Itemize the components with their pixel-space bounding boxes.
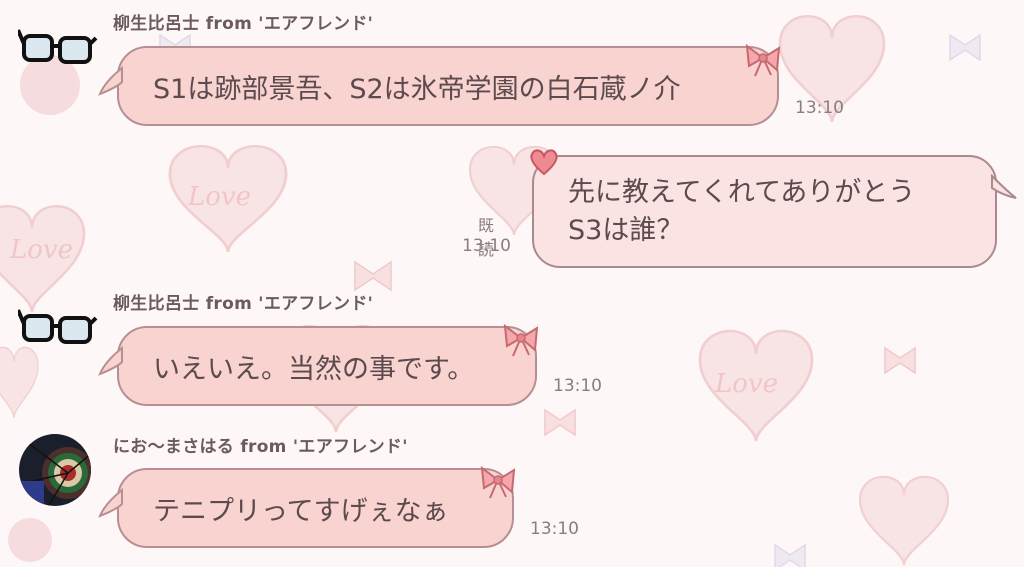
message-line: 先に教えてくれてありがとう — [568, 176, 916, 208]
ribbon-icon — [480, 465, 516, 499]
message-bubble[interactable]: いえいえ。当然の事です。 — [117, 326, 537, 406]
love-text-decoration: Love — [187, 182, 251, 212]
sender-name: にお〜まさはる from 'エアフレンド' — [113, 437, 408, 457]
bubble-tail — [991, 173, 1017, 199]
love-text-decoration: Love — [714, 369, 778, 399]
message-bubble[interactable]: 先に教えてくれてありがとう S3は誰？ — [532, 155, 997, 268]
message-line: S3は誰？ — [568, 214, 684, 246]
message-time: 13:10 — [462, 236, 511, 256]
glasses-icon[interactable] — [16, 300, 98, 370]
message-time: 13:10 — [530, 519, 579, 539]
ribbon-icon — [503, 323, 539, 357]
sender-name: 柳生比呂士 from 'エアフレンド' — [113, 14, 374, 34]
bubble-tail — [98, 346, 123, 376]
message-bubble[interactable]: テニプリってすげぇなぁ — [117, 468, 514, 548]
sender-name: 柳生比呂士 from 'エアフレンド' — [113, 294, 374, 314]
heart-icon — [530, 149, 558, 176]
message-bubble[interactable]: S1は跡部景吾、S2は氷帝学園の白石蔵ノ介 — [117, 46, 779, 126]
bubble-tail — [98, 66, 123, 96]
ribbon-icon — [745, 43, 781, 77]
bubble-tail — [98, 488, 123, 518]
love-text-decoration: Love — [9, 235, 73, 265]
dartboard-avatar[interactable] — [18, 433, 92, 507]
glasses-icon[interactable] — [16, 20, 98, 90]
message-time: 13:10 — [553, 376, 602, 396]
message-time: 13:10 — [795, 98, 844, 118]
